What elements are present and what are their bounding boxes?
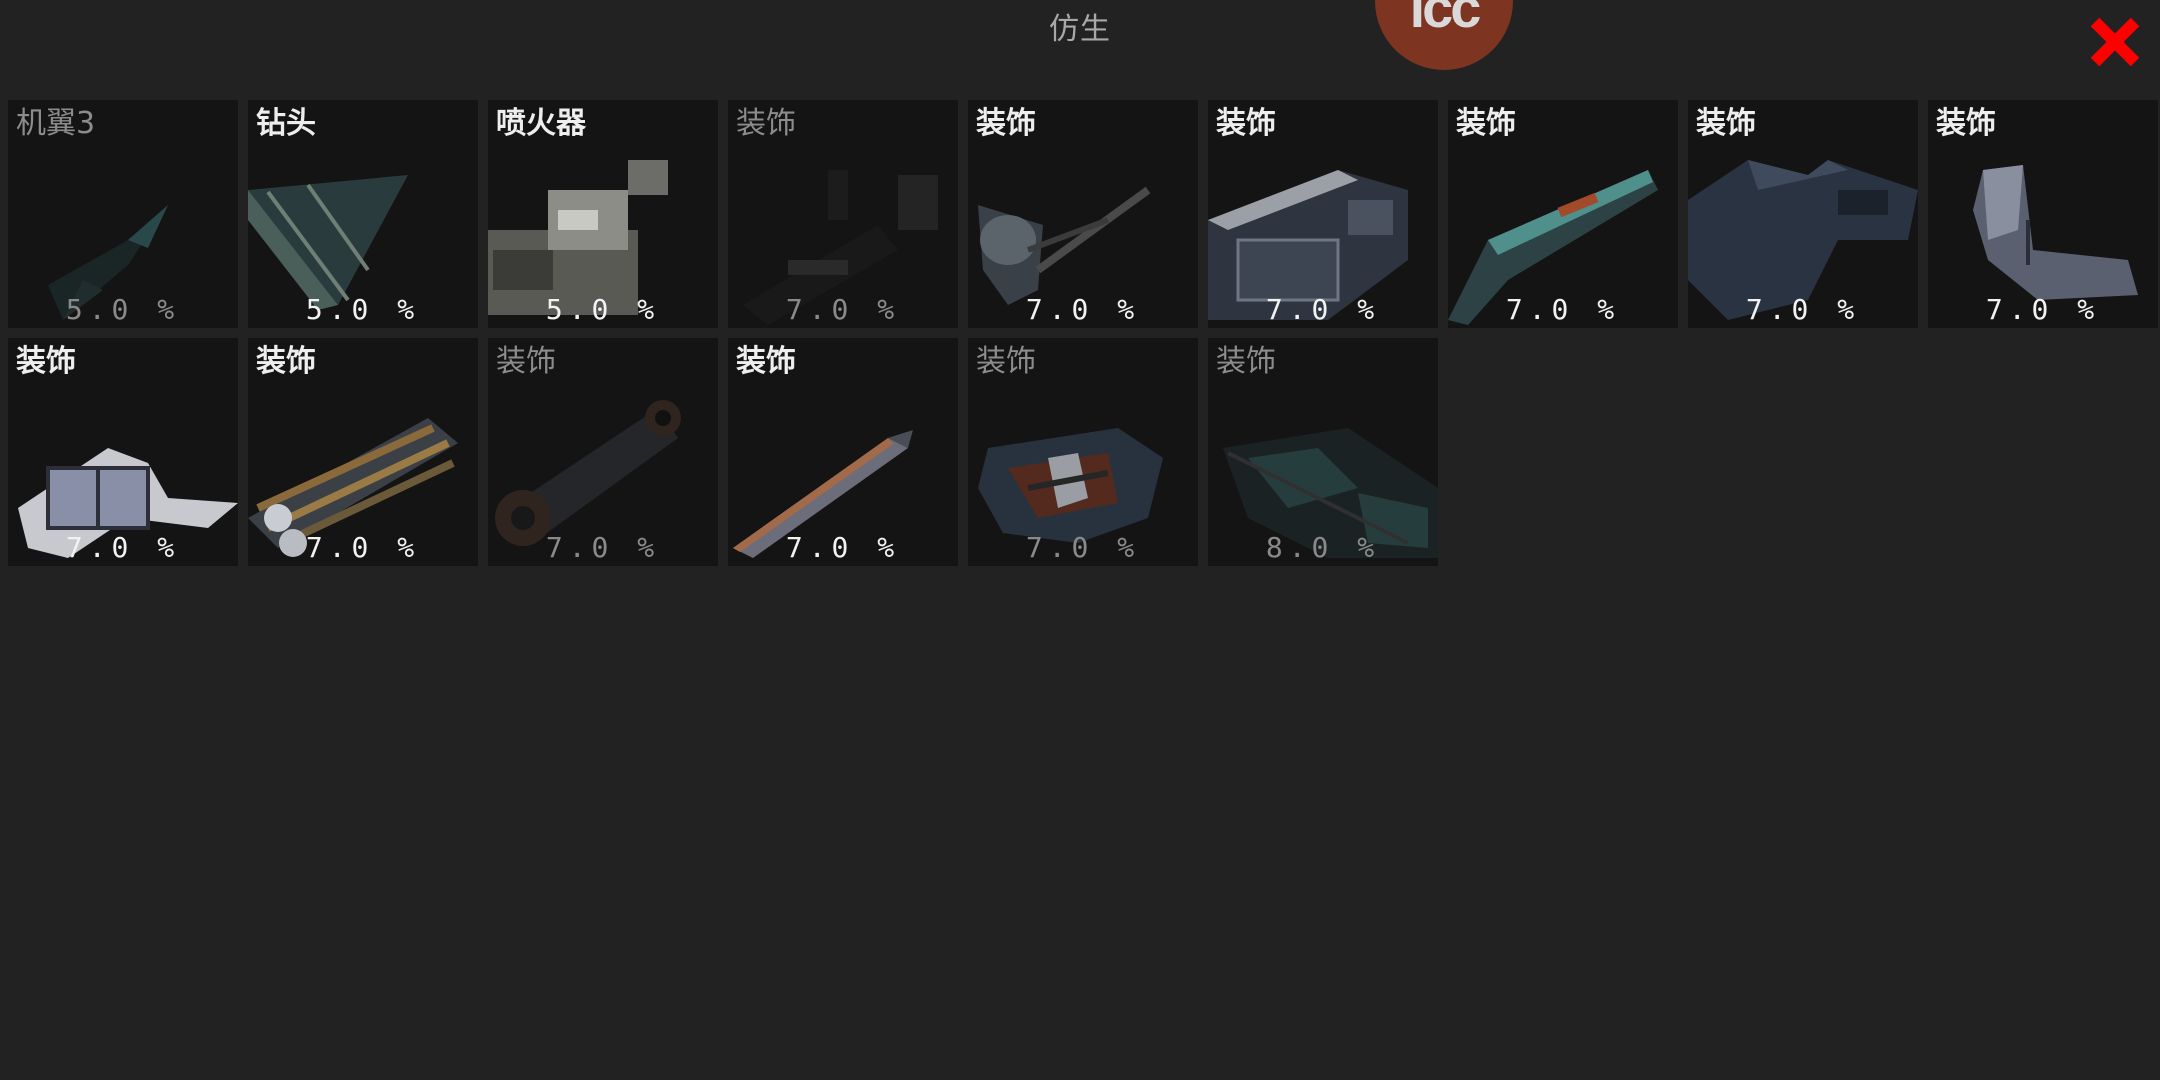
part-tile[interactable]: 装饰 7.0 % xyxy=(488,338,718,566)
part-percent: 7.0 % xyxy=(305,531,421,564)
part-percent: 7.0 % xyxy=(1025,293,1141,326)
part-name: 装饰 xyxy=(1936,106,1996,141)
parts-grid: 机翼3 5.0 % 钻头 5.0 % 喷火器 5.0 % 装饰 7.0 % 装饰 7.0 % 装饰 7… xyxy=(8,100,2158,566)
part-tile[interactable]: 装饰 7.0 % xyxy=(968,338,1198,566)
part-name: 钻头 xyxy=(256,106,316,141)
part-percent: 7.0 % xyxy=(1745,293,1861,326)
part-percent: 7.0 % xyxy=(1025,531,1141,564)
part-tile[interactable]: 装饰 7.0 % xyxy=(248,338,478,566)
close-button[interactable] xyxy=(2085,12,2145,72)
part-percent: 7.0 % xyxy=(1265,293,1381,326)
part-tile[interactable]: 装饰 7.0 % xyxy=(968,100,1198,328)
part-name: 喷火器 xyxy=(496,106,586,141)
part-percent: 7.0 % xyxy=(65,531,181,564)
part-name: 装饰 xyxy=(736,344,796,379)
part-percent: 5.0 % xyxy=(545,293,661,326)
part-tile[interactable]: 装饰 7.0 % xyxy=(728,100,958,328)
part-tile[interactable]: 装饰 7.0 % xyxy=(728,338,958,566)
part-tile[interactable]: 装饰 7.0 % xyxy=(1928,100,2158,328)
part-percent: 5.0 % xyxy=(305,293,421,326)
part-tile[interactable]: 钻头 5.0 % xyxy=(248,100,478,328)
part-percent: 5.0 % xyxy=(65,293,181,326)
part-name: 装饰 xyxy=(1696,106,1756,141)
part-tile[interactable]: 装饰 7.0 % xyxy=(1208,100,1438,328)
part-percent: 7.0 % xyxy=(545,531,661,564)
part-name: 装饰 xyxy=(256,344,316,379)
part-tile[interactable]: 装饰 7.0 % xyxy=(1688,100,1918,328)
part-name: 装饰 xyxy=(976,106,1036,141)
part-name: 装饰 xyxy=(976,344,1036,379)
part-name: 装饰 xyxy=(1216,106,1276,141)
part-percent: 7.0 % xyxy=(1505,293,1621,326)
part-name: 机翼3 xyxy=(16,106,96,141)
part-name: 装饰 xyxy=(1216,344,1276,379)
part-percent: 7.0 % xyxy=(1985,293,2101,326)
close-x-icon xyxy=(2090,17,2140,67)
part-name: 装饰 xyxy=(496,344,556,379)
part-name: 装饰 xyxy=(736,106,796,141)
part-percent: 7.0 % xyxy=(785,531,901,564)
page-title: 仿生 xyxy=(1049,12,1111,47)
part-name: 装饰 xyxy=(1456,106,1516,141)
part-tile[interactable]: 装饰 7.0 % xyxy=(8,338,238,566)
part-tile[interactable]: 装饰 8.0 % xyxy=(1208,338,1438,566)
part-tile[interactable]: 装饰 7.0 % xyxy=(1448,100,1678,328)
part-name: 装饰 xyxy=(16,344,76,379)
part-percent: 7.0 % xyxy=(785,293,901,326)
parts-screen: icc 仿生 机翼3 5.0 % 钻头 5.0 % 喷火器 5.0 % 装饰 7.0 % 装饰 7… xyxy=(0,0,2160,1080)
part-tile[interactable]: 喷火器 5.0 % xyxy=(488,100,718,328)
part-tile[interactable]: 机翼3 5.0 % xyxy=(8,100,238,328)
part-percent: 8.0 % xyxy=(1265,531,1381,564)
